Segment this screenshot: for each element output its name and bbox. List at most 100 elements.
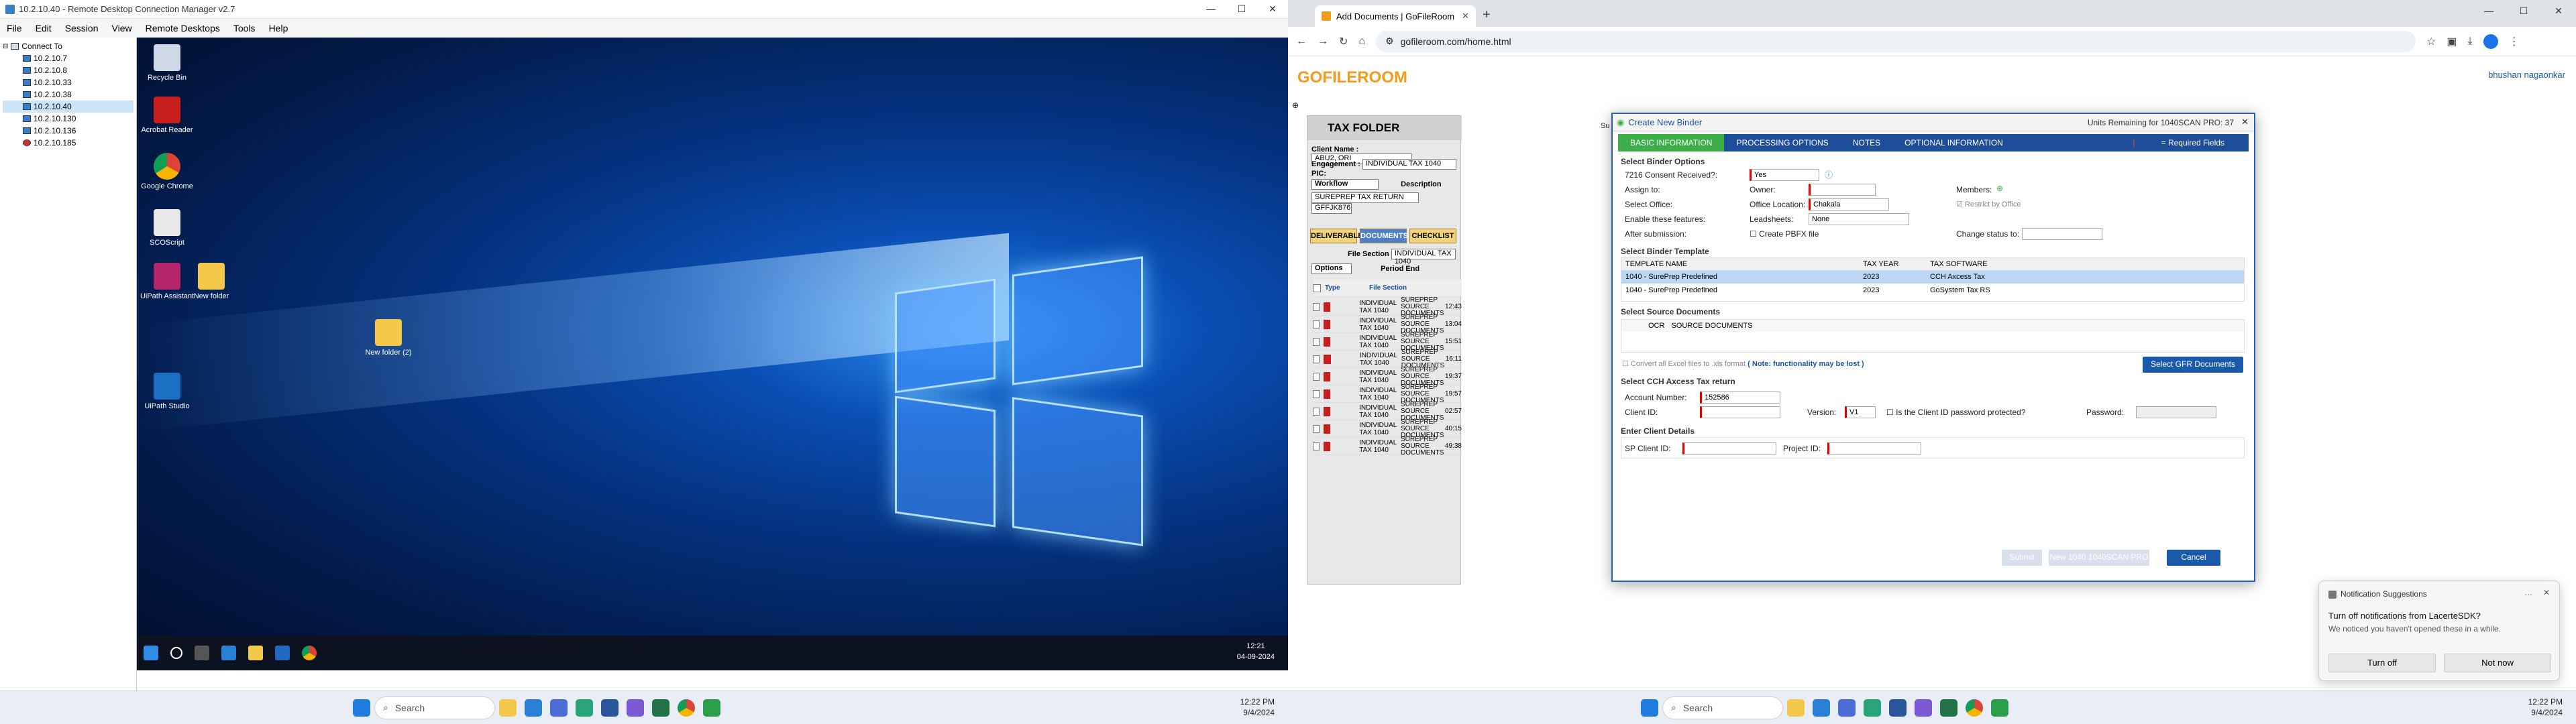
close-button[interactable]: ✕ [2541,0,2576,21]
row-checkbox[interactable] [1313,302,1320,311]
owner-input[interactable] [1809,184,1876,196]
tab-optional-information[interactable]: OPTIONAL INFORMATION [1892,134,2015,152]
close-notification-icon[interactable]: ✕ [2543,588,2550,597]
menu-session[interactable]: Session [65,23,99,34]
app-icon[interactable] [703,699,720,717]
row-checkbox[interactable] [1313,320,1320,328]
consent-select[interactable]: Yes [1750,169,1819,181]
restrict-by-office-checkbox[interactable]: ☑ Restrict by Office [1956,200,2021,208]
extensions-icon[interactable]: ▣ [2447,35,2457,48]
maximize-button[interactable]: ☐ [2506,0,2541,21]
tree-root[interactable]: ⊟ Connect To [3,40,133,52]
password-input[interactable] [2136,406,2216,418]
engagement-select[interactable]: INDIVIDUAL TAX 1040 [1362,159,1456,170]
search-icon[interactable] [170,647,182,659]
dialog-close-icon[interactable]: ✕ [2241,117,2249,127]
app-icon[interactable] [576,699,593,717]
site-info-icon[interactable]: ⚙ [1385,36,1394,47]
menu-view[interactable]: View [112,23,132,34]
local-clock[interactable]: 12:22 PM 9/4/2024 [1240,697,1275,718]
document-row[interactable]: INDIVIDUAL TAX 1040 SUREPREP SOURCE DOCUM… [1313,401,1462,421]
document-row[interactable]: INDIVIDUAL TAX 1040 SUREPREP SOURCE DOCUM… [1313,349,1462,369]
menu-icon[interactable]: ⋮ [2509,35,2520,48]
tab-deliverables[interactable]: DELIVERABLES [1310,229,1368,243]
collapse-icon[interactable]: ⊕ [1292,101,1299,110]
back-icon[interactable]: ← [1296,36,1307,48]
chrome-icon[interactable] [1966,699,1983,717]
edge-icon[interactable] [1813,699,1830,717]
password-protected-checkbox[interactable]: ☐ Is the Client ID password protected? [1886,408,2026,417]
taskbar-search[interactable]: ⌕ Search [1662,696,1783,719]
download-icon[interactable]: ⤓ [2468,36,2473,48]
server-item-active[interactable]: 10.2.10.40 [3,101,133,113]
remote-desktop[interactable]: Recycle Bin Acrobat Reader Google Chrome… [137,38,1288,670]
new-tab-button[interactable]: + [1483,7,1491,23]
user-menu[interactable]: bhushan nagaonkar [2488,70,2565,80]
server-item[interactable]: 10.2.10.33 [3,76,133,88]
leadsheets-select[interactable]: None [1809,213,1909,225]
desktop-icon-new-folder[interactable]: New folder [181,263,241,301]
submit-button[interactable]: Submit [2002,550,2042,566]
menu-tools[interactable]: Tools [233,23,256,34]
file-explorer-icon[interactable] [499,699,517,717]
workflow-dropdown[interactable]: Workflow [1311,179,1379,190]
menu-file[interactable]: File [7,23,22,34]
file-explorer-icon[interactable] [1787,699,1805,717]
tab-basic-information[interactable]: BASIC INFORMATION [1618,134,1725,152]
select-gfr-documents-button[interactable]: Select GFR Documents [2143,357,2243,373]
server-item[interactable]: 10.2.10.7 [3,52,133,64]
select-all-checkbox[interactable] [1313,284,1321,292]
home-icon[interactable]: ⌂ [1358,36,1365,48]
task-view-icon[interactable] [195,646,209,660]
menu-help[interactable]: Help [269,23,288,34]
document-row[interactable]: INDIVIDUAL TAX 1040 SUREPREP SOURCE DOCUM… [1313,436,1462,456]
taskbar-search[interactable]: ⌕ Search [374,696,495,719]
file-explorer-icon[interactable] [248,646,263,660]
maximize-button[interactable]: ☐ [1226,3,1257,15]
add-members-icon[interactable]: ⊕ [1996,184,2003,193]
document-row[interactable]: INDIVIDUAL TAX 1040 SUREPREP SOURCE DOCUM… [1313,383,1462,404]
turn-off-button[interactable]: Turn off [2328,654,2436,672]
excel-icon[interactable] [652,699,669,717]
minimize-button[interactable]: — [1195,3,1226,15]
tab-checklist[interactable]: CHECKLIST [1409,229,1456,243]
new-1040scan-button[interactable]: New 1040 1040SCAN PRO [2049,550,2149,566]
tab-documents[interactable]: DOCUMENTS [1360,229,1408,243]
file-section-select[interactable]: INDIVIDUAL TAX 1040 [1391,249,1456,265]
row-checkbox[interactable] [1313,442,1320,450]
server-item[interactable]: 10.2.10.185 [3,137,133,149]
app-icon[interactable] [1838,699,1856,717]
change-status-select[interactable] [2022,228,2102,240]
row-checkbox[interactable] [1313,389,1320,398]
cancel-button[interactable]: Cancel [2167,550,2220,566]
row-checkbox[interactable] [1313,372,1320,381]
options-dropdown[interactable]: Options [1311,263,1352,274]
windows-start-icon[interactable] [353,699,370,717]
row-checkbox[interactable] [1313,424,1320,433]
desktop-icon-uipath-studio[interactable]: UiPath Studio [137,373,197,411]
forward-icon[interactable]: → [1318,36,1328,48]
document-row[interactable]: INDIVIDUAL TAX 1040 SUREPREP SOURCE DOCUM… [1313,296,1462,316]
more-options-icon[interactable]: … [2524,588,2532,597]
sp-client-id-input[interactable] [1682,442,1776,455]
excel-icon[interactable] [1940,699,1957,717]
client-id-input[interactable] [1700,406,1780,418]
tab-processing-options[interactable]: PROCESSING OPTIONS [1724,134,1840,152]
desktop-icon-acrobat[interactable]: Acrobat Reader [137,97,197,135]
account-number-select[interactable]: 152586 [1700,391,1780,404]
chrome-icon[interactable] [302,646,317,660]
template-row-selected[interactable]: 1040 - SurePrep Predefined 2023 CCH Axce… [1621,270,2244,284]
desktop-icon-recycle-bin[interactable]: Recycle Bin [137,44,197,82]
workflow-select[interactable]: SUREPREP TAX RETURN [1311,192,1419,203]
windows-start-icon[interactable] [144,646,158,660]
edge-icon[interactable] [525,699,542,717]
not-now-button[interactable]: Not now [2444,654,2551,672]
row-checkbox[interactable] [1313,337,1320,346]
version-select[interactable]: V1 [1845,406,1876,418]
menu-remote-desktops[interactable]: Remote Desktops [146,23,220,34]
row-checkbox[interactable] [1313,355,1320,363]
template-row[interactable]: 1040 - SurePrep Predefined 2023 GoSystem… [1621,284,2244,297]
server-item[interactable]: 10.2.10.136 [3,125,133,137]
app-icon[interactable] [550,699,568,717]
store-icon[interactable] [275,646,290,660]
